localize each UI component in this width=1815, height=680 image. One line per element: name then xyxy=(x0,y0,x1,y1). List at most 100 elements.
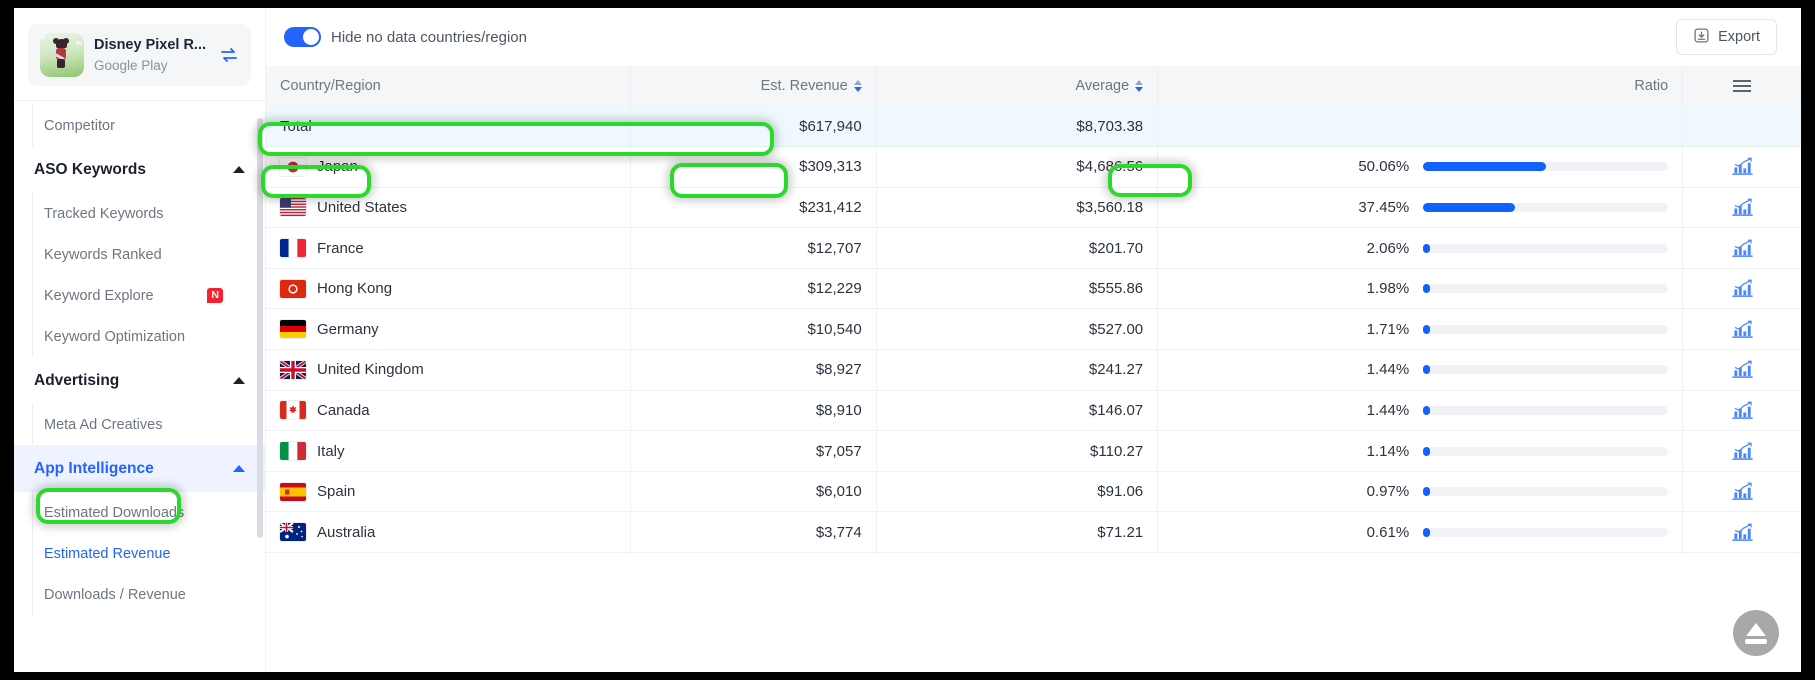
table-row[interactable]: Canada $8,910 $146.07 1.44% xyxy=(266,390,1801,432)
ratio-progress-bar xyxy=(1423,446,1669,456)
cell-chart-action[interactable] xyxy=(1682,227,1801,269)
sidebar-group-aso-keywords[interactable]: ASO Keywords xyxy=(14,146,265,193)
cell-chart-action[interactable] xyxy=(1682,146,1801,188)
cell-average: $201.70 xyxy=(876,227,1159,269)
sidebar-item-downloads-revenue[interactable]: Downloads / Revenue xyxy=(14,574,265,615)
cell-ratio: 50.06% xyxy=(1157,146,1684,188)
bar-chart-trend-icon[interactable] xyxy=(1697,157,1787,176)
chevron-up-icon[interactable] xyxy=(233,465,245,472)
sidebar-item-tracked-keywords[interactable]: Tracked Keywords xyxy=(14,193,265,234)
sidebar-item-competitor[interactable]: Competitor xyxy=(14,105,265,146)
app-selector-card[interactable]: Disney Pixel R... Google Play xyxy=(28,24,251,86)
sidebar-scrollbar[interactable] xyxy=(257,118,263,538)
sort-icon[interactable] xyxy=(1135,80,1144,92)
cell-chart-action[interactable] xyxy=(1682,308,1801,351)
app-icon-disney-pixel-rpg xyxy=(40,33,84,77)
bar-chart-trend-icon[interactable] xyxy=(1697,198,1787,217)
ratio-progress-fill xyxy=(1423,202,1515,212)
ratio-progress-bar xyxy=(1423,365,1669,375)
ratio-value: 0.61% xyxy=(1366,523,1410,541)
cell-chart-action[interactable] xyxy=(1682,430,1801,472)
cell-average: $3,560.18 xyxy=(876,187,1159,229)
bar-chart-trend-icon[interactable] xyxy=(1697,360,1787,379)
sidebar-item-estimated-revenue[interactable]: Estimated Revenue xyxy=(14,533,265,574)
scroll-to-top-button[interactable] xyxy=(1733,610,1779,656)
sidebar-item-keywords-ranked[interactable]: Keywords Ranked xyxy=(14,234,265,275)
toggle-label: Hide no data countries/region xyxy=(331,28,527,46)
country-label: Australia xyxy=(317,523,376,541)
table-row[interactable]: Australia $3,774 $71.21 0.61% xyxy=(266,511,1801,554)
cell-chart-action[interactable] xyxy=(1682,471,1801,513)
cell-chart-action[interactable] xyxy=(1682,187,1801,229)
cell-chart-action[interactable] xyxy=(1682,349,1801,391)
hamburger-menu-icon[interactable] xyxy=(1733,80,1752,92)
table-header-country-region: Country/Region xyxy=(266,66,631,106)
sidebar-item-keyword-explore[interactable]: Keyword Explore N xyxy=(14,275,265,316)
cell-country: Japan xyxy=(266,146,631,188)
cell-est-revenue: $8,927 xyxy=(630,349,877,391)
ratio-progress-fill xyxy=(1423,243,1431,253)
app-title: Disney Pixel R... xyxy=(94,36,207,53)
cell-average: $4,686.56 xyxy=(876,146,1159,188)
table-row[interactable]: Hong Kong $12,229 $555.86 1.98% xyxy=(266,268,1801,310)
ratio-progress-fill xyxy=(1423,284,1431,294)
sidebar-item-meta-ad-creatives[interactable]: Meta Ad Creatives xyxy=(14,404,265,445)
sidebar-item-label: Tracked Keywords xyxy=(44,205,164,222)
toggle-switch[interactable] xyxy=(284,27,321,47)
sidebar-item-keyword-optimization[interactable]: Keyword Optimization xyxy=(14,316,265,357)
cell-country: Hong Kong xyxy=(266,268,631,310)
bar-chart-trend-icon[interactable] xyxy=(1697,482,1787,501)
table-row[interactable]: France $12,707 $201.70 2.06% xyxy=(266,227,1801,269)
country-revenue-table: Country/Region Est. Revenue Average Ratio T… xyxy=(266,66,1801,554)
chevron-up-icon[interactable] xyxy=(233,377,245,384)
bar-chart-trend-icon[interactable] xyxy=(1697,442,1787,461)
ratio-progress-fill xyxy=(1423,527,1431,537)
table-row[interactable]: Germany $10,540 $527.00 1.71% xyxy=(266,308,1801,351)
sidebar-item-estimated-downloads[interactable]: Estimated Downloads xyxy=(14,492,265,533)
flag-icon-es xyxy=(280,482,306,501)
table-row[interactable]: Italy $7,057 $110.27 1.14% xyxy=(266,430,1801,472)
ratio-value: 1.98% xyxy=(1366,280,1410,298)
table-header-average[interactable]: Average xyxy=(876,66,1159,106)
column-label: Est. Revenue xyxy=(760,78,848,94)
cell-chart-action[interactable] xyxy=(1682,268,1801,310)
flag-icon-gb xyxy=(280,360,306,379)
table-row[interactable]: United States $231,412 $3,560.18 37.45% xyxy=(266,187,1801,229)
bar-chart-trend-icon[interactable] xyxy=(1697,320,1787,339)
flag-icon-au xyxy=(280,523,306,542)
export-button[interactable]: Export xyxy=(1676,19,1777,55)
bar-chart-trend-icon[interactable] xyxy=(1697,239,1787,258)
ratio-value: 50.06% xyxy=(1358,158,1410,176)
sidebar: Disney Pixel R... Google Play Competitor… xyxy=(14,8,266,672)
hide-no-data-toggle[interactable]: Hide no data countries/region xyxy=(284,27,527,47)
table-row[interactable]: Spain $6,010 $91.06 0.97% xyxy=(266,471,1801,513)
swap-icon[interactable] xyxy=(219,45,239,65)
table-row[interactable]: United Kingdom $8,927 $241.27 1.44% xyxy=(266,349,1801,391)
cell-average: $241.27 xyxy=(876,349,1159,391)
table-header-est-revenue[interactable]: Est. Revenue xyxy=(630,66,877,106)
bar-chart-trend-icon[interactable] xyxy=(1697,401,1787,420)
ratio-value: 2.06% xyxy=(1366,239,1410,257)
table-row[interactable]: Japan $309,313 $4,686.56 50.06% xyxy=(266,146,1801,188)
table-total-row[interactable]: Total $617,940 $8,703.38 xyxy=(266,106,1801,148)
export-button-label: Export xyxy=(1718,29,1760,45)
bar-chart-trend-icon[interactable] xyxy=(1697,279,1787,298)
cell-average: $71.21 xyxy=(876,511,1159,554)
sidebar-group-app-intelligence[interactable]: App Intelligence xyxy=(14,445,265,492)
cell-ratio: 37.45% xyxy=(1157,187,1684,229)
table-header-menu[interactable] xyxy=(1682,66,1801,106)
ratio-progress-fill xyxy=(1423,324,1431,334)
cell-chart-action[interactable] xyxy=(1682,511,1801,554)
cell-chart-action[interactable] xyxy=(1682,390,1801,432)
cell-country: France xyxy=(266,227,631,269)
country-label: Spain xyxy=(317,483,356,501)
chevron-up-icon[interactable] xyxy=(233,166,245,173)
download-icon xyxy=(1693,27,1710,48)
sort-icon[interactable] xyxy=(853,80,862,92)
ratio-value: 1.14% xyxy=(1366,442,1410,460)
sidebar-item-label: Estimated Revenue xyxy=(44,545,171,562)
app-window: Disney Pixel R... Google Play Competitor… xyxy=(14,8,1801,672)
cell-country: Spain xyxy=(266,471,631,513)
sidebar-group-advertising[interactable]: Advertising xyxy=(14,357,265,404)
bar-chart-trend-icon[interactable] xyxy=(1697,523,1787,542)
